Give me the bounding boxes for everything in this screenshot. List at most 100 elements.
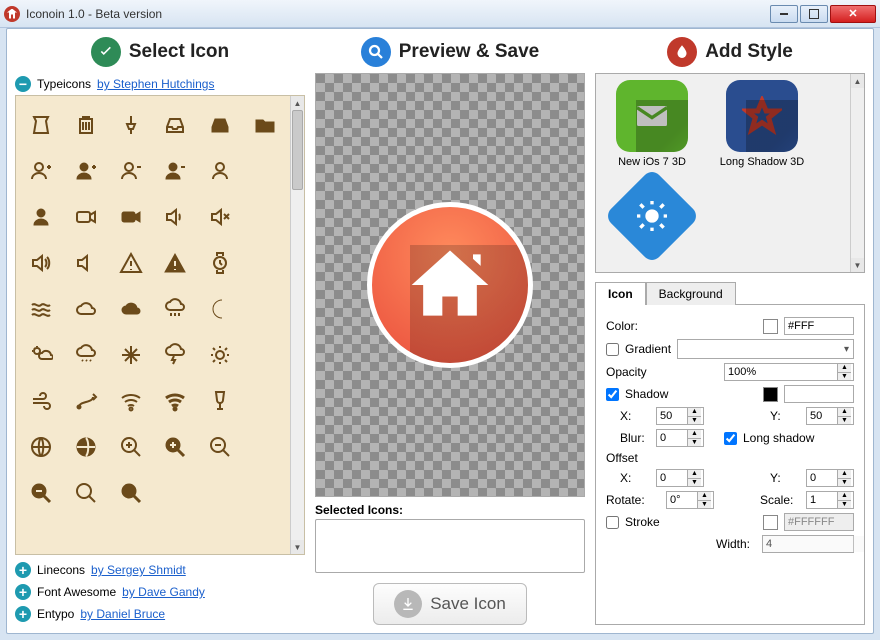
icon-grid-scrollbar[interactable]: ▲ ▼ [290, 96, 304, 554]
rotate-spinner[interactable]: ▲▼ [666, 491, 714, 509]
gradient-combo[interactable]: ▾ [677, 339, 854, 359]
user-add-icon[interactable] [73, 158, 99, 184]
shadow-x-spinner[interactable]: ▲▼ [656, 407, 704, 425]
minimize-button[interactable] [770, 5, 798, 23]
volume-low-icon[interactable] [162, 204, 188, 230]
pack-author-link[interactable]: by Dave Gandy [122, 585, 205, 599]
inbox-solid-icon[interactable] [207, 112, 233, 138]
partly-cloudy-icon[interactable] [28, 342, 54, 368]
pushpin-icon[interactable] [118, 112, 144, 138]
wine-icon[interactable] [207, 388, 233, 414]
search-icon[interactable] [118, 480, 144, 506]
stroke-checkbox[interactable] [606, 516, 619, 529]
opacity-spinner[interactable]: ▲▼ [724, 363, 854, 381]
style-long-shadow-3d[interactable]: Long Shadow 3D [712, 80, 812, 168]
pack-typeicons[interactable]: − Typeicons by Stephen Hutchings [15, 76, 305, 92]
camera-outline-icon[interactable] [73, 204, 99, 230]
styles-scrollbar[interactable]: ▲ ▼ [850, 74, 864, 272]
offset-x-spinner[interactable]: ▲▼ [656, 469, 704, 487]
user-remove-outline-icon[interactable] [118, 158, 144, 184]
stroke-color-swatch[interactable] [763, 515, 778, 530]
longshadow-checkbox[interactable] [724, 432, 737, 445]
style-new-ios7-3d[interactable]: New iOs 7 3D [602, 80, 702, 168]
waves-icon[interactable] [28, 296, 54, 322]
stroke-width-spinner[interactable]: ▲▼ [762, 535, 854, 553]
pack-author-link[interactable]: by Stephen Hutchings [97, 77, 214, 91]
globe-icon[interactable] [73, 434, 99, 460]
tab-background[interactable]: Background [646, 282, 736, 305]
shadow-color-swatch[interactable] [763, 387, 778, 402]
inbox-icon[interactable] [162, 112, 188, 138]
cloud-outline-icon[interactable] [73, 296, 99, 322]
scroll-down-icon[interactable]: ▼ [291, 540, 304, 554]
snow-icon[interactable] [73, 342, 99, 368]
wifi-outline-icon[interactable] [118, 388, 144, 414]
maximize-button[interactable] [800, 5, 828, 23]
styles-panel: New iOs 7 3D Long Shadow 3D ▲ ▼ [595, 73, 865, 273]
zoom-in-icon[interactable] [162, 434, 188, 460]
snowflake-icon[interactable] [118, 342, 144, 368]
pin-icon[interactable] [28, 112, 54, 138]
pack-author-link[interactable]: by Daniel Bruce [80, 607, 165, 621]
tab-icon[interactable]: Icon [595, 282, 646, 305]
storm-icon[interactable] [162, 342, 188, 368]
save-icon-button[interactable]: Save Icon [373, 583, 527, 625]
camera-icon[interactable] [118, 204, 144, 230]
collapse-icon[interactable]: − [15, 76, 31, 92]
expand-icon[interactable]: + [15, 584, 31, 600]
cloud-icon[interactable] [118, 296, 144, 322]
blur-spinner[interactable]: ▲▼ [656, 429, 704, 447]
scroll-up-icon[interactable]: ▲ [851, 74, 864, 88]
wind-icon[interactable] [28, 388, 54, 414]
shadow-y-spinner[interactable]: ▲▼ [806, 407, 854, 425]
shadow-color-input[interactable] [784, 385, 854, 403]
warning-outline-icon[interactable] [118, 250, 144, 276]
scroll-up-icon[interactable]: ▲ [291, 96, 304, 110]
style-diamond[interactable] [602, 178, 702, 254]
user-remove-icon[interactable] [162, 158, 188, 184]
offset-y-spinner[interactable]: ▲▼ [806, 469, 854, 487]
zoom-out-icon[interactable] [28, 480, 54, 506]
globe-outline-icon[interactable] [28, 434, 54, 460]
route-icon[interactable] [73, 388, 99, 414]
trash-icon[interactable] [73, 112, 99, 138]
volume-icon[interactable] [73, 250, 99, 276]
shadow-checkbox[interactable] [606, 388, 619, 401]
wifi-icon[interactable] [162, 388, 188, 414]
rain-icon[interactable] [162, 296, 188, 322]
expand-icon[interactable]: + [15, 562, 31, 578]
expand-icon[interactable]: + [15, 606, 31, 622]
warning-icon[interactable] [162, 250, 188, 276]
scroll-thumb[interactable] [292, 110, 303, 190]
gradient-checkbox[interactable] [606, 343, 619, 356]
selected-icons-box[interactable] [315, 519, 585, 573]
pack-author-link[interactable]: by Sergey Shmidt [91, 563, 186, 577]
user-icon[interactable] [28, 204, 54, 230]
close-button[interactable] [830, 5, 876, 23]
user-add-outline-icon[interactable] [28, 158, 54, 184]
search-outline-icon[interactable] [73, 480, 99, 506]
icon-grid-panel: ▲ ▼ [15, 95, 305, 555]
scroll-down-icon[interactable]: ▼ [851, 258, 864, 272]
scale-spinner[interactable]: ▲▼ [806, 491, 854, 509]
blank-7 [252, 434, 278, 460]
blank-6 [252, 388, 278, 414]
gradient-label: Gradient [625, 342, 671, 356]
color-swatch[interactable] [763, 319, 778, 334]
stroke-color-input[interactable] [784, 513, 854, 531]
zoom-in-outline-icon[interactable] [118, 434, 144, 460]
moon-icon[interactable] [207, 296, 233, 322]
folder-icon[interactable] [252, 112, 278, 138]
blank-5 [252, 342, 278, 368]
user-outline-icon[interactable] [207, 158, 233, 184]
pack-entypo[interactable]: + Entypo by Daniel Bruce [15, 606, 305, 622]
color-input[interactable] [784, 317, 854, 335]
sun-icon [632, 196, 672, 236]
volume-mute-icon[interactable] [207, 204, 233, 230]
pack-linecons[interactable]: + Linecons by Sergey Shmidt [15, 562, 305, 578]
watch-icon[interactable] [207, 250, 233, 276]
sun-icon[interactable] [207, 342, 233, 368]
volume-high-icon[interactable] [28, 250, 54, 276]
pack-fontawesome[interactable]: + Font Awesome by Dave Gandy [15, 584, 305, 600]
zoom-out-outline-icon[interactable] [207, 434, 233, 460]
